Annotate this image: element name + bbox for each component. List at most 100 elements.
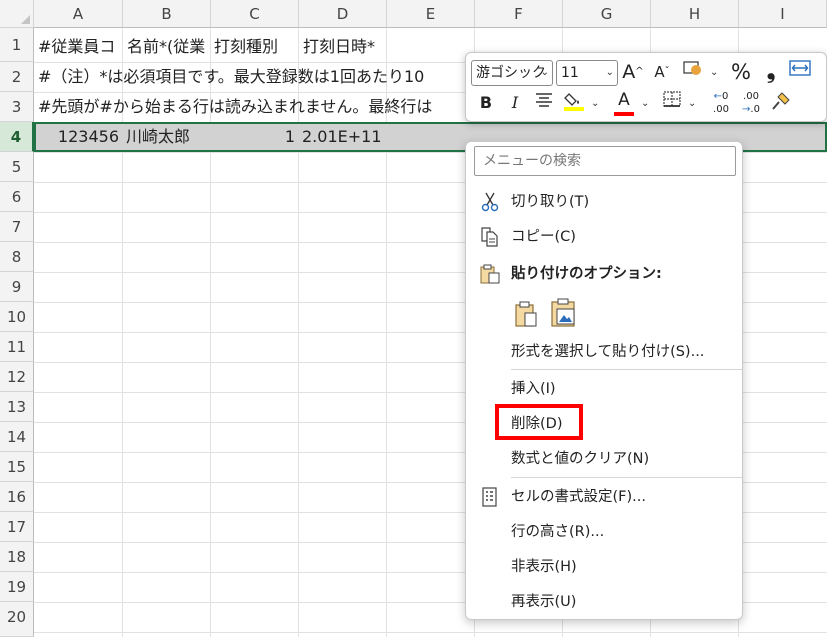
menu-item-paste-special[interactable]: 形式を選択して貼り付け(S)... [466, 337, 742, 367]
menu-item-format-cells[interactable]: セルの書式設定(F)... [466, 482, 742, 512]
increase-decimal-icon: .00 [713, 104, 729, 115]
chevron-down-icon[interactable]: ⌄ [688, 98, 696, 109]
menu-item-unhide-label: 再表示(U) [511, 594, 577, 610]
chevron-down-icon[interactable]: ⌄ [710, 67, 718, 78]
borders-button[interactable] [660, 90, 684, 116]
column-header-e[interactable]: E [387, 0, 475, 28]
scissors-icon [481, 192, 499, 212]
row-header-15[interactable]: 15 [0, 452, 34, 482]
font-color-icon: A [618, 90, 630, 110]
chevron-down-icon[interactable]: ⌄ [641, 98, 649, 109]
row-header-18[interactable]: 18 [0, 542, 34, 572]
paste-as-picture-icon[interactable] [550, 297, 578, 328]
row-header-8[interactable]: 8 [0, 242, 34, 272]
paste-options-header: 貼り付けのオプション: [466, 259, 742, 289]
paste-icon[interactable] [514, 300, 538, 328]
menu-item-row-height-label: 行の高さ(R)... [511, 524, 605, 540]
column-header-g[interactable]: G [563, 0, 651, 28]
menu-item-hide-label: 非表示(H) [511, 559, 577, 575]
decrease-decimal-button[interactable]: .00 →.0 [739, 90, 763, 116]
bold-button[interactable]: B [474, 90, 498, 116]
cell-d4[interactable]: 2.01E+11 [302, 122, 382, 152]
row-header-12[interactable]: 12 [0, 362, 34, 392]
row-header-2[interactable]: 2 [0, 62, 34, 92]
row-header-20[interactable]: 20 [0, 602, 34, 637]
chevron-down-icon[interactable]: ⌄ [591, 98, 599, 109]
menu-item-cut[interactable]: 切り取り(T) [466, 187, 742, 217]
column-header-c[interactable]: C [211, 0, 299, 28]
copy-icon [481, 227, 498, 247]
font-name-combo[interactable]: 游ゴシック ⌄ [471, 60, 553, 86]
row-header-4[interactable]: 4 [0, 122, 34, 152]
row-header-10[interactable]: 10 [0, 302, 34, 332]
menu-item-format-cells-label: セルの書式設定(F)... [511, 489, 646, 505]
row-header-13[interactable]: 13 [0, 392, 34, 422]
menu-item-insert-label: 挿入(I) [511, 381, 556, 397]
comma-icon: ❟ [766, 59, 776, 84]
chevron-down-icon: ⌄ [605, 67, 614, 78]
cell-b1[interactable]: 名前*(従業 [127, 32, 205, 62]
cell-a4[interactable]: 123456 [38, 122, 119, 152]
row-header-9[interactable]: 9 [0, 272, 34, 302]
row-header-17[interactable]: 17 [0, 512, 34, 542]
increase-decimal-button[interactable]: ←0.00 [709, 90, 733, 116]
cell-a3[interactable]: #先頭が#から始まる行は読み込まれません。最終行は [38, 92, 432, 122]
wrap-text-icon [789, 60, 811, 76]
comma-style-button[interactable]: ❟ [759, 59, 783, 85]
number-format-button[interactable] [681, 59, 705, 85]
row-header-16[interactable]: 16 [0, 482, 34, 512]
column-header-h[interactable]: H [651, 0, 739, 28]
align-center-button[interactable] [532, 90, 556, 116]
format-painter-button[interactable] [769, 90, 793, 116]
menu-item-hide[interactable]: 非表示(H) [466, 552, 742, 582]
fill-color-icon [564, 93, 584, 111]
menu-item-clear-contents-label: 数式と値のクリア(N) [511, 451, 650, 467]
font-size-combo[interactable]: 11 ⌄ [556, 60, 618, 86]
cell-c1[interactable]: 打刻種別 [214, 32, 278, 62]
font-name-value: 游ゴシック [476, 65, 546, 81]
menu-separator [511, 369, 742, 370]
column-header-f[interactable]: F [475, 0, 563, 28]
menu-item-copy[interactable]: コピー(C) [466, 222, 742, 252]
menu-search-input[interactable]: メニューの検索 [474, 146, 736, 176]
grow-font-button[interactable]: A^ [621, 59, 645, 85]
cell-a2[interactable]: #（注）*は必須項目です。最大登録数は1回あたり10 [38, 62, 424, 92]
cell-b4[interactable]: 川崎太郎 [126, 122, 190, 152]
bold-icon: B [479, 93, 493, 112]
column-header-i[interactable]: I [739, 0, 827, 28]
row-header-5[interactable]: 5 [0, 152, 34, 182]
format-painter-icon [772, 92, 790, 110]
row-header-1[interactable]: 1 [0, 28, 34, 62]
borders-icon [663, 91, 681, 107]
delete-highlight-box [495, 404, 583, 440]
font-color-button[interactable]: A [612, 87, 636, 116]
row-header-7[interactable]: 7 [0, 212, 34, 242]
percent-style-button[interactable]: % [729, 59, 753, 85]
context-menu: メニューの検索 切り取り(T) コピー(C) 貼り付けのオプション: 形式を選択… [465, 141, 743, 620]
select-all-corner[interactable] [0, 0, 34, 28]
cell-a1[interactable]: #従業員コ [38, 32, 115, 62]
column-header-a[interactable]: A [34, 0, 123, 28]
cell-d1[interactable]: 打刻日時* [303, 32, 375, 62]
row-header-19[interactable]: 19 [0, 572, 34, 602]
shrink-font-button[interactable]: Aˇ [650, 59, 674, 85]
row-header-3[interactable]: 3 [0, 92, 34, 122]
column-header-d[interactable]: D [299, 0, 387, 28]
menu-separator [511, 477, 742, 478]
row-header-14[interactable]: 14 [0, 422, 34, 452]
italic-button[interactable]: I [503, 90, 527, 116]
menu-item-unhide[interactable]: 再表示(U) [466, 587, 742, 617]
menu-item-row-height[interactable]: 行の高さ(R)... [466, 517, 742, 547]
italic-icon: I [511, 93, 519, 112]
row-header-6[interactable]: 6 [0, 182, 34, 212]
menu-item-insert[interactable]: 挿入(I) [466, 374, 742, 404]
menu-item-copy-label: コピー(C) [511, 229, 576, 245]
menu-item-clear-contents[interactable]: 数式と値のクリア(N) [466, 444, 742, 474]
cell-c4[interactable]: 1 [214, 122, 295, 152]
column-header-b[interactable]: B [123, 0, 211, 28]
row-header-11[interactable]: 11 [0, 332, 34, 362]
percent-icon: % [731, 60, 751, 84]
fill-color-button[interactable] [562, 90, 586, 116]
shrink-font-icon: A [654, 63, 665, 81]
wrap-text-button[interactable] [788, 59, 812, 85]
